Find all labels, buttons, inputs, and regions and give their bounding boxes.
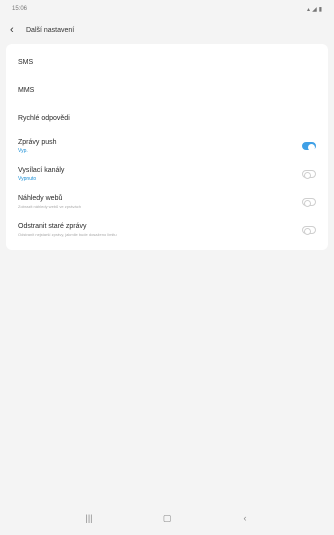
setting-title: SMS [18,58,34,66]
setting-subtitle: Vypnuto [18,175,37,182]
signal-icon: ▴ [307,6,311,13]
setting-description: Zobrazit náhledy webů ve zprávách [18,203,81,209]
app-bar: ‹ Další nastavení [0,18,334,42]
setting-subtitle: Vyp. [18,147,28,154]
setting-title: Zprávy push [18,138,57,146]
toggle-knob [307,143,315,151]
setting-broadcast-channels[interactable]: Vysílací kanály Vypnuto [6,160,328,188]
setting-web-previews[interactable]: Náhledy webů Zobrazit náhledy webů ve zp… [6,188,328,216]
setting-title: Vysílací kanály [18,166,65,174]
status-time: 15:06 [12,6,28,12]
toggle-knob [303,227,311,235]
status-bar: 15:06 ▴ ◢ ▮ [0,0,334,18]
toggle-knob [303,171,311,179]
toggle-knob [303,199,311,207]
recents-icon[interactable]: ||| [82,513,96,523]
page-title: Další nastavení [26,26,75,34]
settings-card: SMS MMS Rychlé odpovědi Zprávy push Vyp.… [6,44,328,250]
setting-title: Odstranit staré zprávy [18,222,87,230]
setting-delete-old-messages[interactable]: Odstranit staré zprávy Odstranit nejstar… [6,216,328,244]
web-previews-toggle[interactable] [302,198,316,207]
setting-title: Náhledy webů [18,194,63,202]
setting-push-messages[interactable]: Zprávy push Vyp. [6,132,328,160]
setting-description: Odstranit nejstarší zprávy, jakmile bude… [18,231,117,237]
broadcast-channels-toggle[interactable] [302,170,316,179]
wifi-icon: ◢ [312,6,317,13]
setting-mms[interactable]: MMS [6,76,328,104]
home-icon[interactable]: ▢ [160,513,174,524]
setting-quick-replies[interactable]: Rychlé odpovědi [6,104,328,132]
battery-icon: ▮ [318,6,322,13]
setting-title: Rychlé odpovědi [18,114,70,122]
setting-title: MMS [18,86,35,94]
setting-sms[interactable]: SMS [6,48,328,76]
back-arrow-icon[interactable]: ‹ [10,24,22,36]
back-icon[interactable]: ‹ [238,513,252,523]
navigation-bar: ||| ▢ ‹ [0,501,334,535]
status-icons: ▴ ◢ ▮ [307,6,322,13]
push-messages-toggle[interactable] [302,142,316,151]
delete-old-messages-toggle[interactable] [302,226,316,235]
